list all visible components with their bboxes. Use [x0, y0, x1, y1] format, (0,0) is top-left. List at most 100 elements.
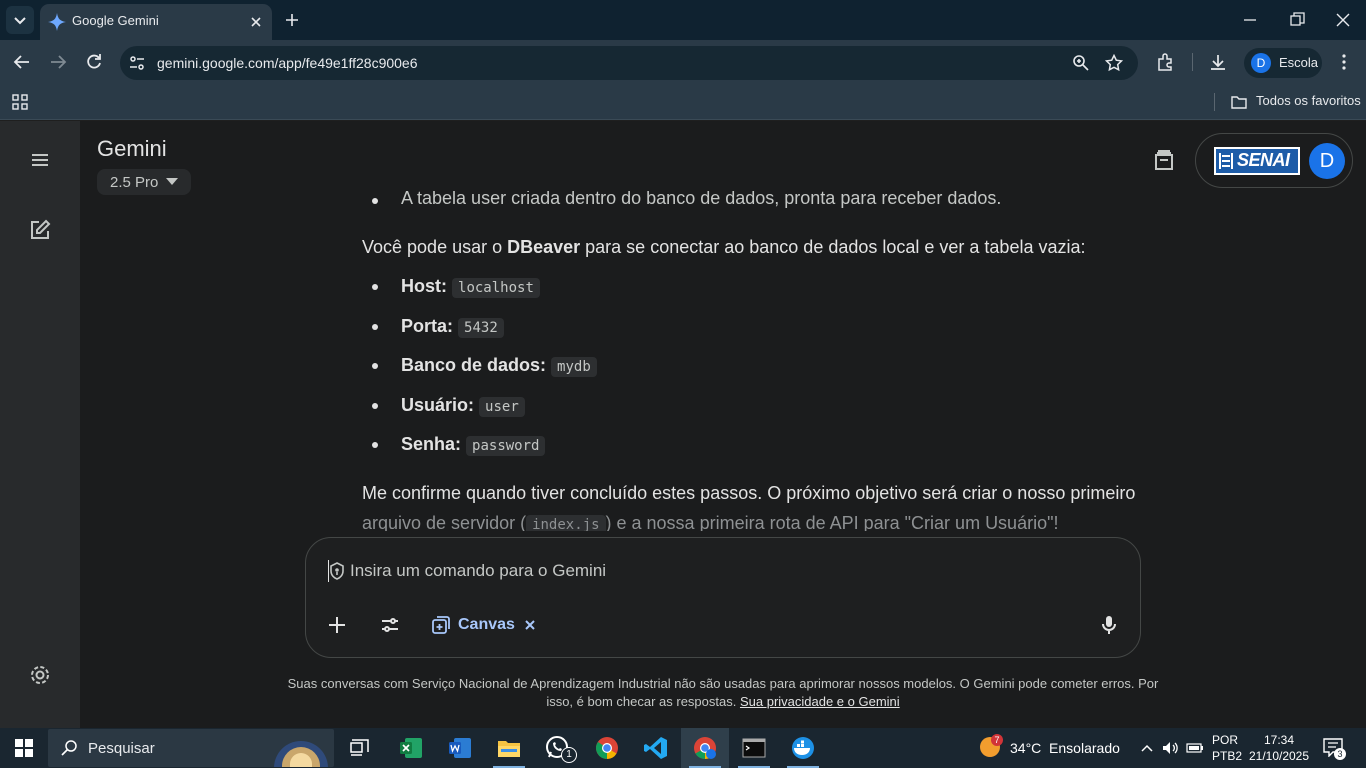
senai-logo: SENAI: [1214, 147, 1300, 175]
gemini-sidebar: [0, 121, 80, 728]
notification-badge: 3: [1334, 748, 1346, 760]
task-view-icon[interactable]: [349, 738, 369, 758]
bookmarks-divider: [1214, 93, 1215, 111]
tray-chevron-up-icon[interactable]: [1139, 740, 1155, 756]
folder-icon: [1231, 96, 1247, 109]
taskbar-docker[interactable]: [779, 728, 827, 768]
list-item: Banco de dados: mydb: [401, 355, 597, 377]
input-language[interactable]: POR PTB2: [1212, 732, 1242, 764]
clock-time: 17:34: [1263, 733, 1295, 747]
gemini-sparkle-icon: [48, 13, 66, 31]
microphone-icon[interactable]: [1098, 614, 1120, 636]
caret-down-icon: [166, 178, 178, 185]
add-icon[interactable]: [326, 614, 348, 636]
inline-code: index.js: [526, 515, 606, 531]
profile-avatar: D: [1251, 53, 1271, 73]
vscode-icon: [644, 737, 667, 759]
all-bookmarks-label: Todos os favoritos: [1256, 93, 1361, 108]
taskbar-whatsapp[interactable]: 1: [534, 728, 582, 768]
window-close-icon[interactable]: [1333, 10, 1353, 30]
search-highlight-image: [268, 733, 330, 767]
star-icon[interactable]: [1105, 54, 1123, 72]
forward-icon[interactable]: [48, 52, 68, 72]
disclaimer: Suas conversas com Serviço Nacional de A…: [287, 676, 1159, 709]
tab-title: Google Gemini: [72, 13, 159, 28]
taskbar-chrome-profile[interactable]: [681, 728, 729, 768]
profile-label: Escola: [1279, 55, 1319, 70]
list-item: Senha: password: [401, 434, 546, 456]
search-label: Pesquisar: [88, 740, 155, 757]
menu-kebab-icon[interactable]: [1334, 52, 1354, 72]
bookmarks-bar: Todos os favoritos: [0, 84, 1366, 120]
tab-strip: Google Gemini: [0, 0, 1366, 40]
weather-badge: 7: [991, 734, 1003, 746]
main-menu-icon[interactable]: [29, 149, 51, 171]
volume-icon[interactable]: [1161, 739, 1179, 757]
prompt-box[interactable]: Insira um comando para o Gemini Canvas: [305, 537, 1141, 658]
inline-code: password: [466, 436, 546, 456]
taskbar-word[interactable]: [436, 728, 484, 768]
bullet-dot: [372, 442, 378, 448]
restore-icon[interactable]: [1287, 10, 1307, 30]
close-icon[interactable]: [247, 13, 265, 31]
canvas-label: Canvas: [458, 616, 515, 633]
bullet-dot: [372, 363, 378, 369]
weather-text: 34°C Ensolarado: [1010, 740, 1120, 756]
taskbar-vscode[interactable]: [632, 728, 680, 768]
chat-history-icon[interactable]: [1153, 148, 1175, 172]
list-item: Porta: 5432: [401, 316, 504, 338]
taskbar-terminal[interactable]: [730, 728, 778, 768]
canvas-chip[interactable]: Canvas: [426, 608, 542, 642]
reload-icon[interactable]: [84, 52, 104, 72]
intro-paragraph: Você pode usar o DBeaver para se conecta…: [362, 237, 1086, 257]
excel-icon: [400, 738, 422, 758]
back-icon[interactable]: [12, 52, 32, 72]
shield-icon: [330, 562, 344, 580]
extensions-icon[interactable]: [1155, 52, 1175, 72]
closing-line-1: Me confirme quando tiver concluído estes…: [362, 483, 1136, 503]
site-settings-icon[interactable]: [128, 54, 146, 72]
account-panel[interactable]: SENAI D: [1195, 133, 1353, 188]
chevron-down-icon: [14, 17, 26, 25]
app-title: Gemini: [97, 136, 167, 161]
new-chat-icon[interactable]: [29, 219, 51, 241]
browser-toolbar: gemini.google.com/app/fe49e1ff28c900e6 D…: [0, 40, 1366, 84]
settings-gear-icon[interactable]: [29, 664, 51, 686]
apps-grid-icon[interactable]: [11, 93, 29, 111]
profile-button[interactable]: D Escola: [1244, 48, 1322, 78]
taskbar-explorer[interactable]: [485, 728, 533, 768]
inline-code: mydb: [551, 357, 597, 377]
folder-explorer-icon: [498, 741, 520, 757]
inline-code: localhost: [452, 278, 540, 298]
zoom-icon[interactable]: [1072, 54, 1090, 72]
battery-icon[interactable]: [1186, 740, 1204, 756]
windows-start-icon[interactable]: [15, 739, 33, 757]
new-tab-icon[interactable]: [283, 11, 301, 29]
prompt-input[interactable]: Insira um comando para o Gemini: [350, 561, 606, 581]
tab-search-button[interactable]: [6, 6, 34, 34]
taskbar-search[interactable]: Pesquisar: [48, 729, 334, 767]
docker-icon: [792, 737, 814, 759]
notification-center[interactable]: 3: [1322, 737, 1346, 760]
taskbar: Pesquisar 1 7 34°C Ensolarado POR PTB2 1…: [0, 728, 1366, 768]
remove-canvas-icon[interactable]: [522, 617, 538, 633]
taskbar-excel[interactable]: [387, 728, 435, 768]
inline-code: 5432: [458, 318, 504, 338]
whatsapp-badge: 1: [561, 747, 577, 763]
taskbar-chrome[interactable]: [583, 728, 631, 768]
privacy-link[interactable]: Sua privacidade e o Gemini: [740, 694, 900, 709]
browser-tab[interactable]: Google Gemini: [40, 4, 272, 40]
download-icon[interactable]: [1208, 52, 1228, 72]
minimize-icon[interactable]: [1240, 10, 1260, 30]
tools-icon[interactable]: [379, 614, 401, 636]
search-icon: [61, 740, 77, 756]
word-icon: [449, 738, 471, 758]
user-avatar[interactable]: D: [1309, 143, 1345, 179]
address-bar[interactable]: gemini.google.com/app/fe49e1ff28c900e6: [120, 46, 1138, 80]
weather-widget[interactable]: 7 34°C Ensolarado: [978, 734, 1128, 762]
url-text: gemini.google.com/app/fe49e1ff28c900e6: [157, 55, 418, 71]
inline-code: user: [479, 397, 525, 417]
closing-line-2: arquivo de servidor (index.js) e a nossa…: [362, 513, 1058, 531]
bullet-dot: [372, 403, 378, 409]
clock[interactable]: 17:34 21/10/2025: [1248, 732, 1310, 764]
